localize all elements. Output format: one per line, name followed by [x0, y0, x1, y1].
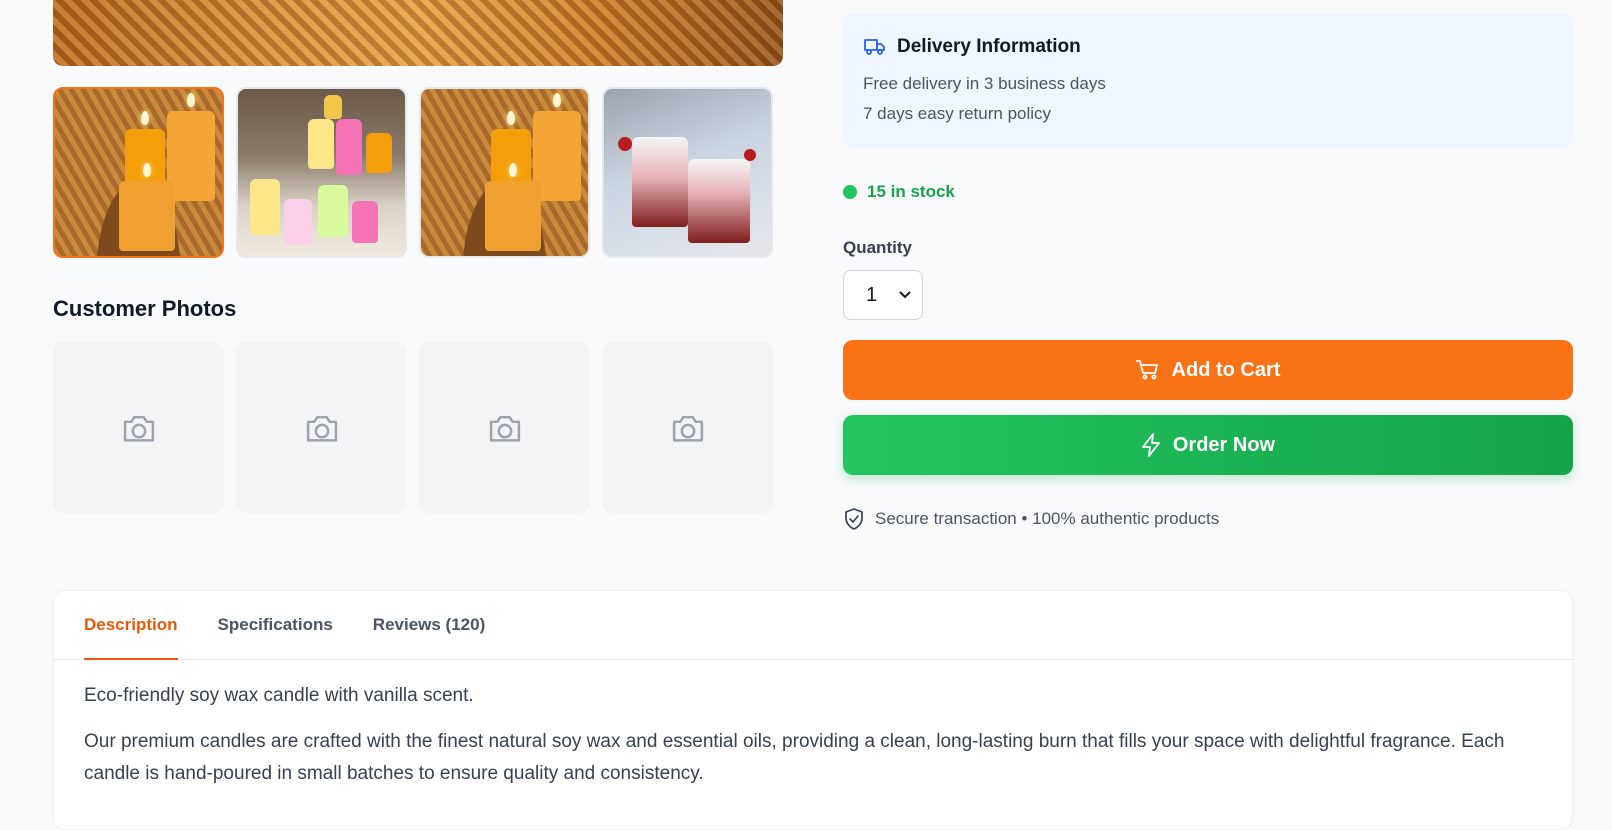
description-content: Eco-friendly soy wax candle with vanilla… [54, 660, 1572, 824]
shield-check-icon [845, 508, 863, 530]
stock-text: 15 in stock [867, 182, 955, 201]
return-policy: 7 days easy return policy [863, 104, 1052, 123]
order-now-label: Order Now [1172, 433, 1276, 456]
thumbnail-4[interactable] [602, 87, 773, 258]
truck-icon [864, 39, 885, 55]
chevron-down-icon [899, 291, 911, 299]
tab-description[interactable]: Description [84, 591, 178, 660]
camera-icon [672, 415, 703, 442]
customer-photo-placeholder[interactable] [602, 342, 773, 513]
camera-icon [489, 415, 520, 442]
thumbnail-1[interactable] [53, 87, 224, 258]
thumbnail-3[interactable] [419, 87, 590, 258]
secure-text: Secure transaction • 100% authentic prod… [875, 509, 1220, 528]
quantity-label: Quantity [843, 238, 912, 257]
description-body: Our premium candles are crafted with the… [84, 731, 1505, 784]
delivery-title: Delivery Information [897, 36, 1081, 57]
customer-photo-placeholder[interactable] [236, 342, 407, 513]
tab-bar: Description Specifications Reviews (120) [54, 591, 1572, 660]
description-summary: Eco-friendly soy wax candle with vanilla… [84, 685, 474, 706]
product-details-panel: Description Specifications Reviews (120)… [53, 590, 1573, 830]
tab-reviews[interactable]: Reviews (120) [373, 591, 485, 659]
secure-transaction-note: Secure transaction • 100% authentic prod… [843, 507, 1219, 531]
quantity-value: 1 [866, 283, 878, 306]
customer-photos-title: Customer Photos [53, 296, 237, 321]
delivery-time: Free delivery in 3 business days [863, 74, 1106, 93]
lightning-icon [1141, 433, 1160, 457]
camera-icon [306, 415, 337, 442]
tab-specifications[interactable]: Specifications [218, 591, 333, 659]
customer-photo-placeholder[interactable] [419, 342, 590, 513]
add-to-cart-label: Add to Cart [1171, 358, 1281, 381]
main-product-image [53, 0, 783, 66]
delivery-info-card: Delivery Information Free delivery in 3 … [843, 14, 1573, 148]
stock-status: 15 in stock [843, 182, 955, 202]
cart-icon [1135, 360, 1158, 380]
customer-photos-grid [53, 342, 773, 513]
thumbnail-strip [53, 87, 773, 258]
order-now-button[interactable]: Order Now [843, 415, 1573, 475]
quantity-select[interactable]: 1 [843, 270, 923, 320]
stock-indicator-dot [843, 185, 857, 199]
camera-icon [123, 415, 154, 442]
thumbnail-2[interactable] [236, 87, 407, 258]
add-to-cart-button[interactable]: Add to Cart [843, 340, 1573, 400]
customer-photo-placeholder[interactable] [53, 342, 224, 513]
